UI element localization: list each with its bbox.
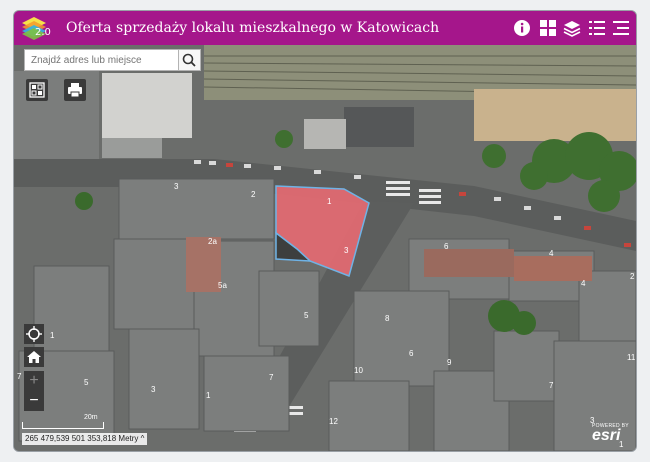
address-label: 6 xyxy=(444,242,449,251)
overview-map-button[interactable] xyxy=(26,79,48,101)
coordinates-text: 265 479,539 501 353,818 Metry xyxy=(25,434,139,443)
layers-icon[interactable] xyxy=(562,18,582,38)
locate-button[interactable] xyxy=(24,324,44,344)
search-input[interactable] xyxy=(25,50,177,70)
zoom-out-button[interactable]: − xyxy=(24,391,44,411)
chevron-up-icon[interactable]: ^ xyxy=(141,434,145,443)
address-label: 5 xyxy=(84,378,89,387)
coordinate-readout[interactable]: 265 479,539 501 353,818 Metry ^ xyxy=(22,433,148,445)
address-label: 6 xyxy=(409,349,414,358)
map-view[interactable]: 1 3 2 2a 5a 5 4 6 7 8 9 10 11 12 1 3 5 7… xyxy=(14,45,636,451)
search-button[interactable] xyxy=(178,50,200,70)
app-frame: 2.0 Oferta sprzedaży lokalu mieszkalnego… xyxy=(13,10,637,452)
info-icon[interactable] xyxy=(512,18,532,38)
print-button[interactable] xyxy=(64,79,86,101)
address-label: 1 xyxy=(50,331,55,340)
address-label: 7 xyxy=(17,372,22,381)
menu-icon[interactable] xyxy=(611,18,631,38)
overview-map-icon xyxy=(29,82,45,98)
scale-label: 20m xyxy=(84,414,98,421)
print-icon xyxy=(68,83,82,98)
address-label: 2a xyxy=(208,237,217,246)
search-box[interactable] xyxy=(24,49,201,71)
home-button[interactable] xyxy=(24,347,44,367)
address-label: 4 xyxy=(581,279,586,288)
address-label: 7 xyxy=(549,381,554,390)
address-label: 9 xyxy=(447,358,452,367)
address-label: 12 xyxy=(329,417,338,426)
home-icon xyxy=(27,351,41,363)
esri-attribution[interactable]: POWERED BY esri xyxy=(592,423,629,444)
address-label: 3 xyxy=(344,246,349,255)
legend-icon[interactable] xyxy=(587,18,607,38)
locate-icon xyxy=(26,326,42,342)
address-label: 7 xyxy=(269,373,274,382)
address-label: 5 xyxy=(304,311,309,320)
address-label: 3 xyxy=(174,182,179,191)
address-label: 2 xyxy=(630,272,635,281)
address-label: 4 xyxy=(549,249,554,258)
scale-bar xyxy=(22,422,104,429)
esri-logo: esri xyxy=(592,427,621,444)
address-label: 1 xyxy=(327,197,332,206)
logo-version: 2.0 xyxy=(35,27,51,38)
address-label: 2 xyxy=(251,190,256,199)
address-label: 11 xyxy=(627,353,636,362)
app-header: 2.0 Oferta sprzedaży lokalu mieszkalnego… xyxy=(14,11,636,45)
address-label: 3 xyxy=(151,385,156,394)
address-label: 8 xyxy=(385,314,390,323)
address-label: 1 xyxy=(206,391,211,400)
basemap-gallery-icon[interactable] xyxy=(538,18,558,38)
app-title: Oferta sprzedaży lokalu mieszkalnego w K… xyxy=(66,20,440,36)
address-label: 10 xyxy=(354,366,363,375)
address-label: 5a xyxy=(218,281,227,290)
zoom-in-button[interactable]: + xyxy=(24,371,44,391)
search-icon xyxy=(182,53,196,67)
